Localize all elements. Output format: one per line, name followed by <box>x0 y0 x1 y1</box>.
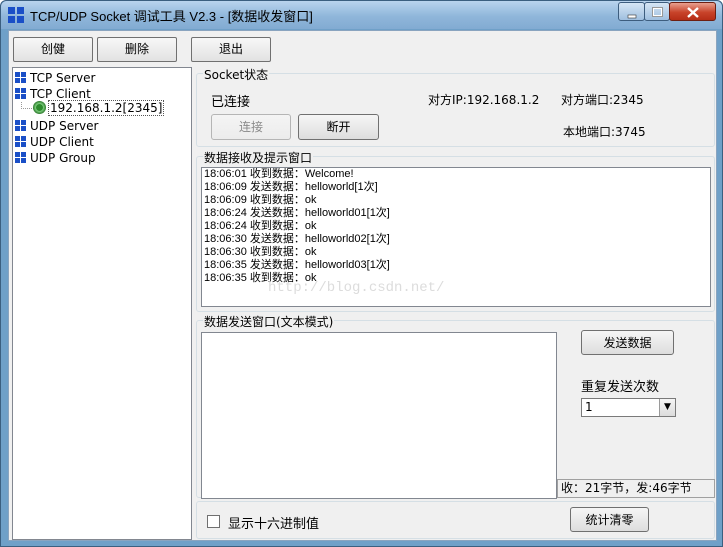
title-bar[interactable]: TCP/UDP Socket 调试工具 V2.3 - [数据收发窗口] <box>1 1 722 29</box>
bottom-options-group: 显示十六进制值 统计清零 <box>196 501 715 539</box>
hex-display-checkbox[interactable] <box>207 515 220 528</box>
tree-item-label: UDP Group <box>30 151 96 165</box>
disconnect-button[interactable]: 断开 <box>298 114 379 140</box>
network-icon <box>15 136 26 147</box>
network-icon <box>15 88 26 99</box>
socket-status-group: Socket状态 已连接 对方IP:192.168.1.2 对方端口:2345 … <box>196 66 715 147</box>
send-group: 数据发送窗口(文本模式) 发送数据 重复发送次数 1 ▼ 收：21字节，发:46… <box>196 313 715 499</box>
network-icon <box>15 72 26 83</box>
chevron-down-icon[interactable]: ▼ <box>659 399 675 416</box>
clear-stats-button[interactable]: 统计清零 <box>570 507 649 532</box>
receive-log[interactable]: 18:06:01 收到数据：Welcome! 18:06:09 发送数据：hel… <box>201 167 711 307</box>
tree-item-label: UDP Server <box>30 119 99 133</box>
log-line: 18:06:35 发送数据：helloworld03[1次] <box>204 259 390 271</box>
repeat-count-value: 1 <box>585 400 593 414</box>
send-title: 数据发送窗口(文本模式) <box>203 313 335 330</box>
local-port: 本地端口:3745 <box>563 125 646 139</box>
connect-button[interactable]: 连接 <box>211 114 291 140</box>
repeat-count-select[interactable]: 1 ▼ <box>581 398 676 417</box>
close-button[interactable] <box>669 2 716 21</box>
receive-title: 数据接收及提示窗口 <box>203 149 314 166</box>
tree-item-label: TCP Server <box>30 71 96 85</box>
minimize-button[interactable] <box>618 2 645 21</box>
network-icon <box>15 152 26 163</box>
socket-status-title: Socket状态 <box>203 66 270 83</box>
tree-item-label: TCP Client <box>30 87 91 101</box>
tree-item-tcp-server[interactable]: TCP Server <box>15 70 95 86</box>
window-title: TCP/UDP Socket 调试工具 V2.3 - [数据收发窗口] <box>30 9 313 24</box>
peer-port: 对方端口:2345 <box>561 93 644 107</box>
log-line: 18:06:01 收到数据：Welcome! <box>204 168 354 180</box>
connection-status-icon <box>33 101 46 114</box>
exit-button[interactable]: 退出 <box>191 37 271 62</box>
connection-label: 192.168.1.2[2345] <box>48 100 165 116</box>
log-line: 18:06:09 发送数据：helloworld[1次] <box>204 181 378 193</box>
log-line: 18:06:09 收到数据：ok <box>204 194 317 206</box>
peer-ip: 对方IP:192.168.1.2 <box>428 93 540 107</box>
client-area: 创健 删除 退出 TCP Server TCP Client 192.168.1… <box>8 30 717 541</box>
maximize-button[interactable] <box>644 2 670 21</box>
tree-item-udp-client[interactable]: UDP Client <box>15 134 94 150</box>
tree-item-udp-group[interactable]: UDP Group <box>15 150 96 166</box>
byte-stats: 收：21字节，发:46字节 <box>557 479 715 498</box>
connection-tree[interactable]: TCP Server TCP Client 192.168.1.2[2345] … <box>12 67 192 540</box>
app-icon <box>8 7 24 23</box>
log-line: 18:06:24 发送数据：helloworld01[1次] <box>204 207 390 219</box>
log-line: 18:06:30 收到数据：ok <box>204 246 317 258</box>
create-button[interactable]: 创健 <box>13 37 93 62</box>
tree-item-label: UDP Client <box>30 135 94 149</box>
tree-item-connection[interactable]: 192.168.1.2[2345] <box>33 100 165 116</box>
send-input[interactable] <box>201 332 557 499</box>
log-line: 18:06:30 发送数据：helloworld02[1次] <box>204 233 390 245</box>
repeat-count-label: 重复发送次数 <box>581 380 660 395</box>
send-button[interactable]: 发送数据 <box>581 330 674 355</box>
delete-button[interactable]: 删除 <box>97 37 177 62</box>
tree-item-udp-server[interactable]: UDP Server <box>15 118 98 134</box>
receive-group: 数据接收及提示窗口 18:06:01 收到数据：Welcome! 18:06:0… <box>196 149 715 312</box>
log-line: 18:06:24 收到数据：ok <box>204 220 317 232</box>
hex-display-label: 显示十六进制值 <box>228 517 320 532</box>
watermark: http://blog.csdn.net/ <box>268 280 445 296</box>
connection-state: 已连接 <box>211 95 251 110</box>
app-window: TCP/UDP Socket 调试工具 V2.3 - [数据收发窗口] 创健 删… <box>0 0 723 547</box>
network-icon <box>15 120 26 131</box>
